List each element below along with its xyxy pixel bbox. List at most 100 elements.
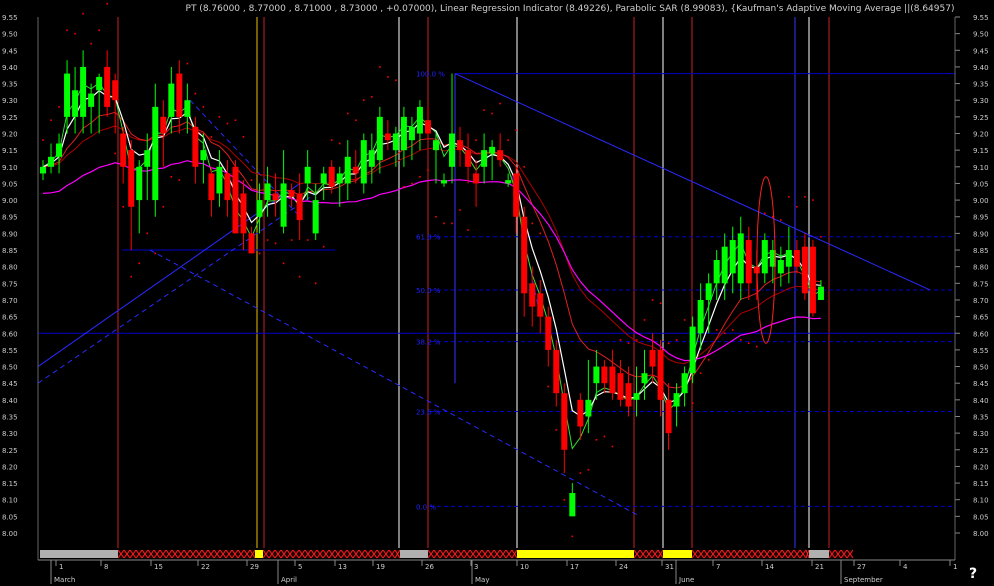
y-tick-right: 8.95 [973,214,989,222]
candle-body [665,399,672,434]
sar-dot [539,232,542,235]
candle-body [657,349,664,400]
candle-body [449,133,456,167]
y-tick-left: 8.20 [2,463,18,471]
y-tick-left: 8.15 [2,480,18,488]
sar-dot [547,385,550,388]
candle-body [497,150,504,161]
sar-dot [427,169,429,171]
candle-body [561,393,568,450]
candle-body [441,180,447,184]
sar-dot [395,79,397,82]
y-tick-right: 9.50 [973,31,989,39]
y-tick-right: 9.30 [973,97,989,105]
y-tick-right: 8.55 [973,347,989,355]
candle-body [569,493,576,517]
sar-dot [371,96,373,98]
sar-dot [627,342,630,345]
candle-body [793,250,800,267]
sar-dot [435,215,437,218]
candle-body [352,166,359,174]
candle-body [392,133,399,151]
candle-body [408,126,415,141]
day-label: 21 [815,563,824,571]
day-label: 29 [250,563,259,571]
y-tick-right: 8.40 [973,397,989,405]
candle-body [809,246,816,314]
fib-label: 100.0 % [416,71,445,79]
y-tick-right: 8.20 [973,463,989,471]
sar-dot [346,112,349,115]
y-tick-left: 8.95 [2,214,18,222]
sar-dot [98,29,100,32]
sar-dot [338,142,341,145]
y-tick-right: 8.05 [973,513,989,521]
sar-dot [675,339,678,341]
y-tick-left: 9.05 [2,180,18,188]
sar-dot [210,136,213,138]
sar-dot [507,139,509,141]
y-tick-left: 9.15 [2,147,18,155]
y-tick-right: 9.35 [973,81,989,89]
y-tick-right: 9.05 [973,180,989,188]
sar-dot [379,66,381,68]
candle-body [200,150,207,161]
candle-body [184,100,191,117]
sar-dot [595,438,598,441]
candle-body [144,150,151,167]
candle-body [56,143,63,157]
sar-dot [178,179,181,181]
day-label: 10 [520,563,529,571]
y-tick-right: 9.15 [973,147,989,155]
indicator-lines [42,82,822,450]
y-tick-right: 8.00 [973,530,989,538]
candle-body [761,240,768,274]
sar-dot [306,239,309,241]
y-tick-left: 8.70 [2,297,18,305]
y-tick-left: 9.10 [2,164,18,172]
sar-dot [106,2,108,5]
candle-body [416,106,423,134]
sar-dot [290,239,293,241]
candle-body [609,366,616,394]
candle-body [633,393,640,400]
y-tick-right: 8.15 [973,480,989,488]
candle-body [577,399,584,427]
month-label: May [475,576,489,584]
y-tick-left: 8.75 [2,280,18,288]
candle-body [817,286,824,300]
sar-dot [515,129,517,131]
candle-body [304,166,311,184]
candle-body [80,66,87,117]
sar-dot [619,339,622,341]
sar-dot [90,42,92,45]
candle-body [296,193,303,221]
fib-label: 23.6 % [416,408,441,416]
y-tick-right: 8.60 [973,330,989,338]
sar-dot [419,175,421,178]
sar-dot [50,119,52,121]
candle-body [208,173,215,201]
sar-dot [579,472,582,474]
sar-dot [66,29,68,32]
candle-body [625,383,632,407]
y-tick-left: 8.85 [2,247,18,255]
candle-body [272,193,279,201]
y-tick-left: 8.65 [2,314,18,322]
y-tick-left: 9.40 [2,64,18,72]
day-label: 27 [857,563,866,571]
sar-dot [330,139,333,141]
y-tick-left: 8.45 [2,380,18,388]
candle-body [601,366,608,384]
sar-dot [202,106,205,108]
candle-body [168,83,175,117]
sar-dot [571,535,574,538]
candle-body [505,180,512,184]
candle-body [465,150,472,167]
candle-body [48,156,55,167]
stock-chart[interactable]: 100.0 % 61.8 % 50.0 % 38.2 % 23.6 % 0.0 % 9.5… [0,0,994,586]
candle-body [312,200,319,234]
day-label: 5 [298,563,302,571]
help-button[interactable]: ? [969,566,977,582]
candle-body [473,173,480,184]
